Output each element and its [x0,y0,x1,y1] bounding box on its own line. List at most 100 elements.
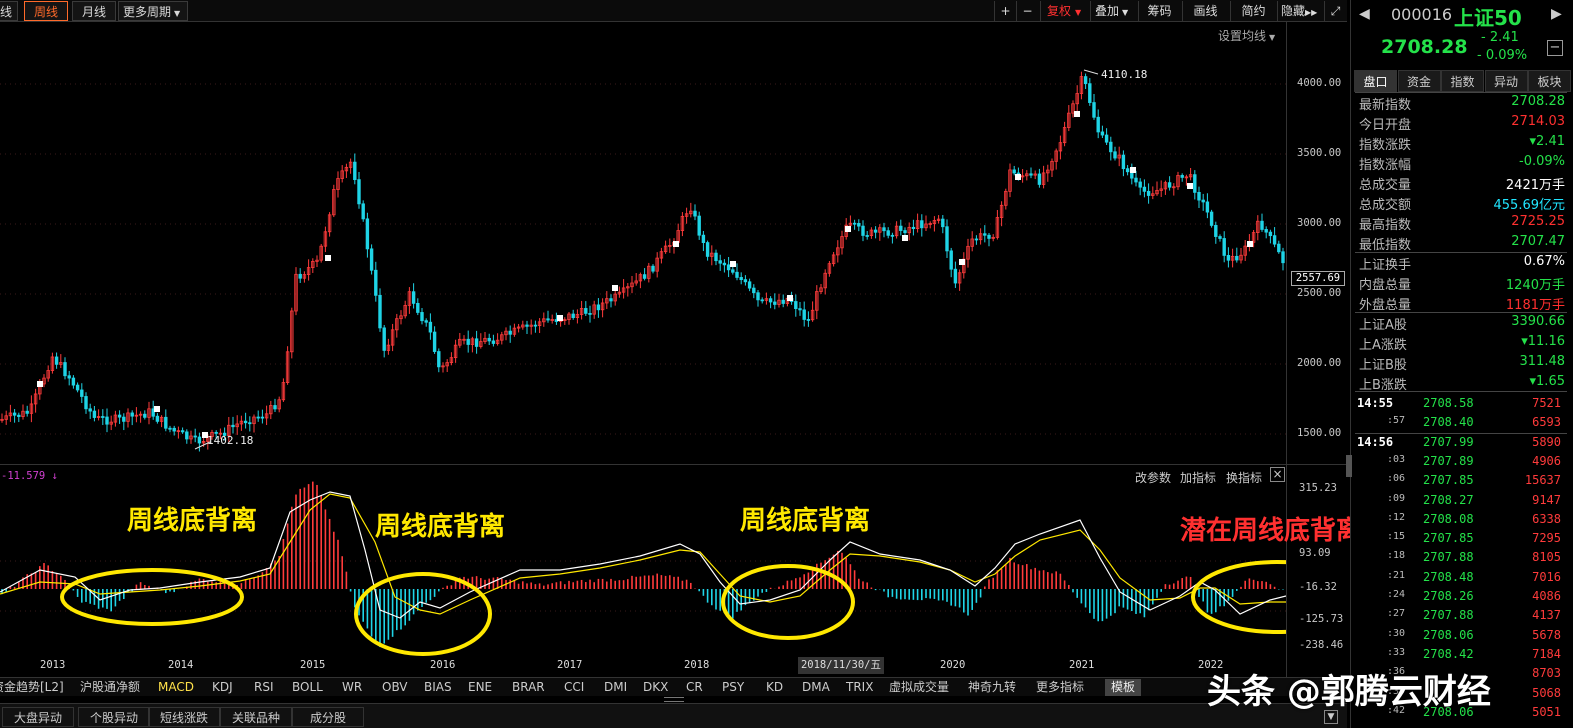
year-label: 2018 [684,659,710,671]
bottom-tab-bar: ▼ 大盘异动 个股异动 短线涨跌 关联品种 成分股 [0,703,1347,728]
stat-value: 455.69亿元 [1493,198,1566,213]
tick-time: :15 [1387,531,1406,543]
indicator-tab[interactable]: 沪股通净额 [80,679,140,696]
indicator-tab[interactable]: DKX [643,679,668,696]
indicator-tab[interactable]: BOLL [292,679,323,696]
tick-volume: 4137 [1532,608,1561,623]
collapse-icon[interactable]: − [1547,40,1563,56]
stat-label: 上证换手 [1359,258,1412,273]
add-indicator-button[interactable]: 加指标 [1180,469,1216,486]
indicator-tab[interactable]: 更多指标 [1036,679,1084,696]
sidebar-tab[interactable]: 资金 [1397,70,1441,92]
stat-value: 2708.28 [1511,94,1565,109]
tick-time: 14:55 [1357,396,1394,410]
simple-mode-button[interactable]: 简约 [1230,1,1276,21]
year-label: 2021 [1069,659,1095,671]
sidebar-resize-handle[interactable] [1346,455,1352,477]
indicator-tab[interactable]: RSI [254,679,274,696]
year-label: 2013 [40,659,66,671]
indicator-tab[interactable]: OBV [382,679,408,696]
adjust-button[interactable]: 复权 ▼ [1040,1,1088,21]
fullscreen-icon[interactable]: ⤢ [1324,1,1346,21]
close-icon[interactable]: × [1270,467,1285,482]
splitter-handle[interactable] [664,697,684,702]
stat-row: 最高指数 2725.25 [1359,214,1565,234]
tick-volume: 7295 [1532,531,1561,546]
indicator-tab[interactable]: CR [686,679,703,696]
tick-row: :15 2707.85 7295 [1357,531,1565,551]
sidebar-tab[interactable]: 异动 [1484,70,1528,92]
hide-button[interactable]: 隐藏▶▶ [1277,1,1323,21]
tick-price: 2707.99 [1423,434,1474,449]
high-annotation: 4110.18 [1101,68,1148,81]
indicator-tab[interactable]: DMA [802,679,830,696]
index-name: 上证50 [1454,6,1522,30]
bottom-tab[interactable]: 成分股 [292,707,364,727]
tick-volume: 8105 [1532,550,1561,565]
indicator-tab[interactable]: 神奇九转 [968,679,1016,696]
sidebar-tab[interactable]: 盘口 [1354,70,1397,92]
tick-price: 2708.27 [1423,492,1474,507]
draw-line-button[interactable]: 画线 [1182,1,1228,21]
stat-label: 上A涨跌 [1359,338,1407,353]
price-and-macd-chart[interactable] [0,22,1286,677]
chevron-right-icon[interactable]: ▶ [1551,6,1562,22]
stat-label: 上证A股 [1359,318,1407,333]
indicator-tab[interactable]: KDJ [212,679,233,696]
macd-axis-tick: -125.73 [1299,613,1344,625]
chevron-down-icon: ▼ [174,9,181,18]
stat-label: 外盘总量 [1359,298,1412,313]
bottom-tab[interactable]: 关联品种 [220,707,292,727]
indicator-tab[interactable]: KD [766,679,783,696]
tick-row: :06 2707.85 15637 [1357,473,1565,493]
indicator-tab[interactable]: WR [342,679,362,696]
indicator-tab[interactable]: BIAS [424,679,452,696]
year-label: 2014 [168,659,194,671]
indicator-tab[interactable]: ENE [468,679,492,696]
stat-value: 0.67% [1523,254,1565,269]
indicator-tab[interactable]: 资金趋势[L2] [0,679,64,696]
indicator-tab[interactable]: PSY [722,679,744,696]
swap-indicator-button[interactable]: 换指标 [1226,469,1262,486]
stat-value: 2421万手 [1505,178,1565,193]
tab-monthly[interactable]: 月线 [72,1,116,21]
bottom-tab[interactable]: 大盘异动 [2,707,74,727]
stat-row: 最新指数 2708.28 [1359,94,1565,114]
indicator-tab[interactable]: TRIX [846,679,873,696]
tick-volume: 5051 [1532,704,1561,719]
indicator-tab[interactable]: CCI [564,679,584,696]
chevron-left-icon[interactable]: ◀ [1359,6,1370,22]
stat-row: 外盘总量 1181万手 [1359,294,1565,314]
zoom-out-button[interactable]: − [1016,1,1038,21]
bottom-tab[interactable]: 个股异动 [78,707,150,727]
stat-label: 指数涨幅 [1359,158,1412,173]
hide-label: 隐藏 [1281,4,1306,18]
indicator-tab[interactable]: 虚拟成交量 [889,679,949,696]
tab-daily[interactable]: 线 [0,1,18,21]
sidebar-tab[interactable]: 指数 [1441,70,1484,92]
sidebar-tabs: 盘口 资金 指数 异动 板块 [1354,70,1572,92]
sidebar-tab[interactable]: 板块 [1528,70,1571,92]
stat-value: 1181万手 [1505,298,1565,313]
bottom-tab[interactable]: 短线涨跌 [148,707,220,727]
tick-volume: 6338 [1532,511,1561,526]
overlay-button[interactable]: 叠加 ▼ [1090,1,1136,21]
indicator-tab[interactable]: DMI [604,679,627,696]
stat-label: 内盘总量 [1359,278,1412,293]
indicator-tab[interactable]: MACD [158,679,194,696]
tick-price: 2707.88 [1423,608,1474,623]
tick-price: 2707.85 [1423,473,1474,488]
edit-params-button[interactable]: 改参数 [1135,469,1171,486]
stat-value: -0.09% [1519,154,1565,169]
year-label: 2020 [940,659,966,671]
tab-more-periods[interactable]: 更多周期 ▼ [118,1,188,21]
chips-button[interactable]: 筹码 [1138,1,1180,21]
tab-weekly[interactable]: 周线 [24,1,68,21]
indicator-tab[interactable]: BRAR [512,679,545,696]
indicator-tab[interactable]: 模板 [1105,679,1142,696]
stat-label: 最新指数 [1359,98,1412,113]
zoom-in-button[interactable]: + [994,1,1016,21]
tick-row: :18 2707.88 8105 [1357,550,1565,570]
divergence-annotation: 周线底背离 [740,506,871,536]
year-label: 2015 [300,659,326,671]
